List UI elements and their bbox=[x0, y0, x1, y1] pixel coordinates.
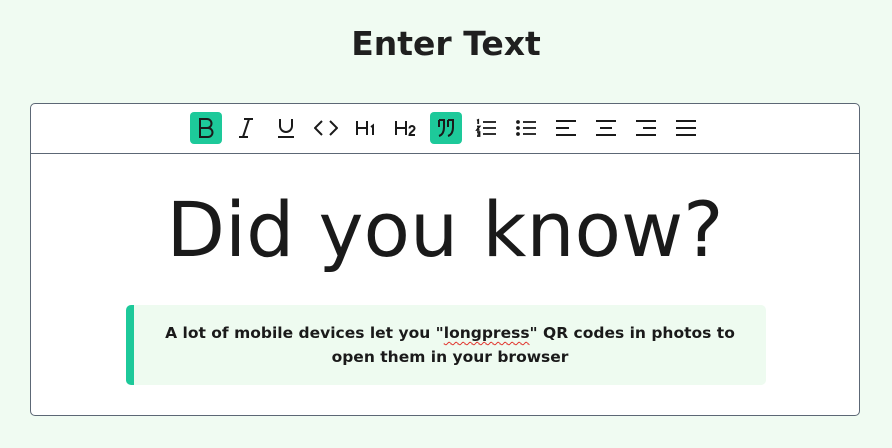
blockquote: A lot of mobile devices let you "longpre… bbox=[126, 305, 766, 385]
rich-text-editor[interactable]: Did you know? A lot of mobile devices le… bbox=[30, 103, 860, 416]
quote-icon bbox=[438, 119, 454, 137]
align-justify-icon bbox=[676, 120, 696, 136]
align-justify-button[interactable] bbox=[670, 112, 702, 144]
align-right-icon bbox=[636, 120, 656, 136]
heading2-icon bbox=[395, 121, 416, 136]
bold-icon bbox=[199, 118, 214, 138]
underline-button[interactable] bbox=[270, 112, 302, 144]
editor-content[interactable]: Did you know? A lot of mobile devices le… bbox=[31, 154, 859, 415]
align-left-button[interactable] bbox=[550, 112, 582, 144]
code-button[interactable] bbox=[310, 112, 342, 144]
page-title: Enter Text bbox=[351, 24, 541, 63]
ordered-list-button[interactable] bbox=[470, 112, 502, 144]
content-heading: Did you know? bbox=[166, 185, 724, 274]
code-icon bbox=[314, 120, 338, 136]
misspelled-word: longpress bbox=[443, 324, 530, 342]
bullet-list-icon bbox=[516, 120, 536, 136]
align-center-button[interactable] bbox=[590, 112, 622, 144]
heading1-icon bbox=[356, 121, 374, 135]
heading2-button[interactable] bbox=[390, 112, 422, 144]
align-right-button[interactable] bbox=[630, 112, 662, 144]
bullet-list-button[interactable] bbox=[510, 112, 542, 144]
heading1-button[interactable] bbox=[350, 112, 382, 144]
blockquote-button[interactable] bbox=[430, 112, 462, 144]
bold-button[interactable] bbox=[190, 112, 222, 144]
editor-toolbar bbox=[31, 104, 859, 154]
align-center-icon bbox=[596, 120, 616, 136]
italic-button[interactable] bbox=[230, 112, 262, 144]
align-left-icon bbox=[556, 120, 576, 136]
ordered-list-icon bbox=[475, 118, 496, 137]
underline-icon bbox=[278, 119, 294, 138]
quote-text-start: A lot of mobile devices let you " bbox=[165, 324, 444, 342]
italic-icon bbox=[239, 118, 253, 138]
blockquote-text: A lot of mobile devices let you "longpre… bbox=[150, 321, 750, 369]
page: Enter Text Did you know? A lot of mobile… bbox=[0, 0, 892, 448]
